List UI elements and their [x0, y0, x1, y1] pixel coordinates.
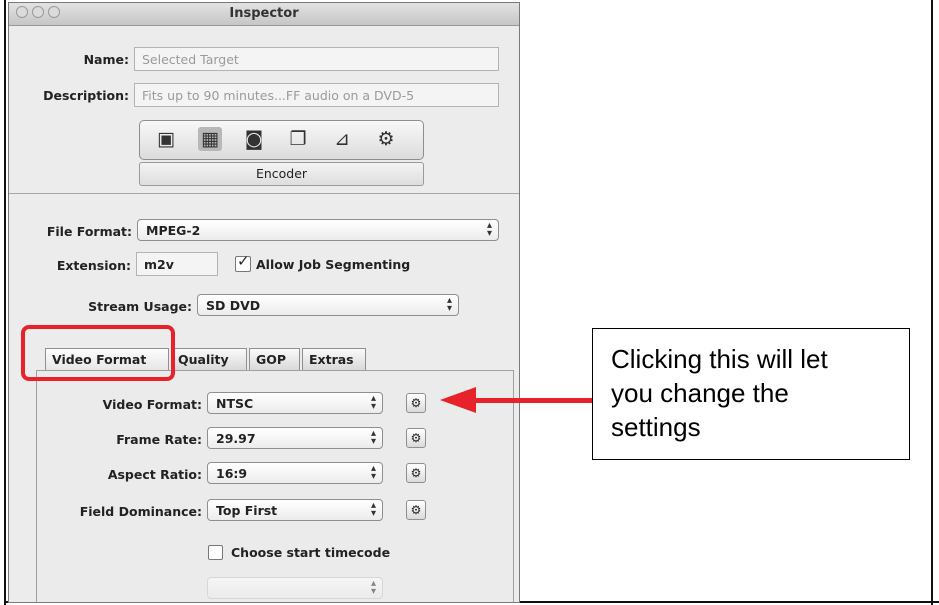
checkmark-icon: ✓: [237, 252, 250, 270]
frame-controls-icon[interactable]: ◙: [242, 127, 266, 151]
callout-line-3: settings: [611, 412, 701, 442]
video-format-popup[interactable]: NTSC ▴ ▾: [207, 392, 383, 414]
description-field[interactable]: Fits up to 90 minutes...FF audio on a DV…: [134, 83, 499, 107]
popup-arrows-icon: ▴ ▾: [370, 463, 376, 482]
aspect-ratio-label: Aspect Ratio:: [107, 467, 202, 482]
video-format-value: NTSC: [216, 396, 254, 411]
file-format-value: MPEG-2: [146, 223, 201, 238]
gear-icon: ⚙: [410, 466, 422, 480]
frame-border-right: [931, 0, 933, 605]
extension-field[interactable]: m2v: [136, 252, 218, 276]
divider: [9, 193, 519, 194]
title-bar[interactable]: Inspector: [9, 3, 519, 26]
stream-usage-popup[interactable]: SD DVD ▴ ▾: [197, 294, 459, 316]
gear-icon: ⚙: [410, 396, 422, 410]
gear-icon: ⚙: [410, 431, 422, 445]
tab-quality[interactable]: Quality: [171, 348, 247, 370]
video-format-label: Video Format:: [102, 397, 202, 412]
allow-segmenting-checkbox[interactable]: ✓: [235, 252, 251, 272]
popup-arrows-icon: ▴ ▾: [370, 393, 376, 412]
start-timecode-checkbox[interactable]: [208, 545, 223, 560]
popup-arrows-icon: ▴ ▾: [446, 295, 452, 314]
popup-arrows-icon: ▴ ▾: [486, 220, 492, 239]
video-format-settings-button[interactable]: ⚙: [406, 393, 426, 413]
file-format-popup[interactable]: MPEG-2 ▴ ▾: [137, 219, 499, 241]
encoder-pane-label: Encoder: [139, 162, 424, 186]
tab-gop[interactable]: GOP: [249, 348, 300, 370]
field-dominance-settings-button[interactable]: ⚙: [406, 500, 426, 520]
name-field[interactable]: Selected Target: [134, 47, 499, 71]
inspector-window: Inspector Name: Selected Target Descript…: [8, 2, 520, 603]
frame-rate-label: Frame Rate:: [116, 432, 202, 447]
encoder-icon[interactable]: ▦: [198, 127, 222, 151]
popup-arrows-icon: ▴ ▾: [370, 428, 376, 447]
stream-usage-label: Stream Usage:: [88, 299, 192, 314]
gear-icon: ⚙: [410, 503, 422, 517]
allow-segmenting-label: Allow Job Segmenting: [256, 257, 411, 272]
callout-line-2: you change the: [611, 378, 789, 408]
callout-line-1: Clicking this will let: [611, 344, 828, 374]
aspect-ratio-value: 16:9: [216, 466, 248, 481]
callout-box: Clicking this will let you change the se…: [592, 328, 910, 460]
geometry-icon[interactable]: ⊿: [330, 127, 354, 151]
name-label: Name:: [83, 52, 129, 67]
actions-icon[interactable]: ⚙: [374, 127, 398, 151]
tab-extras[interactable]: Extras: [302, 348, 366, 370]
annotation-arrow-line: [476, 398, 594, 403]
filters-icon[interactable]: ❐: [286, 127, 310, 151]
arrow-head-icon: [440, 387, 476, 413]
field-dominance-value: Top First: [216, 503, 278, 518]
summary-icon[interactable]: ▣: [154, 127, 178, 151]
field-dominance-popup[interactable]: Top First ▴ ▾: [207, 499, 383, 521]
stream-usage-value: SD DVD: [206, 298, 261, 313]
aspect-ratio-popup[interactable]: 16:9 ▴ ▾: [207, 462, 383, 484]
frame-rate-popup[interactable]: 29.97 ▴ ▾: [207, 427, 383, 449]
description-label: Description:: [43, 88, 129, 103]
timecode-popup[interactable]: ▴ ▾: [207, 577, 383, 599]
inspector-toolbar: ▣ ▦ ◙ ❐ ⊿ ⚙: [139, 120, 424, 160]
file-format-label: File Format:: [46, 224, 132, 239]
popup-arrows-icon: ▴ ▾: [370, 578, 376, 597]
start-timecode-label: Choose start timecode: [231, 545, 391, 560]
frame-rate-settings-button[interactable]: ⚙: [406, 428, 426, 448]
frame-rate-value: 29.97: [216, 431, 256, 446]
extension-label: Extension:: [56, 258, 131, 273]
popup-arrows-icon: ▴ ▾: [370, 500, 376, 519]
frame-border-left: [4, 0, 6, 605]
video-format-tab-highlight: [21, 325, 175, 381]
aspect-ratio-settings-button[interactable]: ⚙: [406, 463, 426, 483]
window-title: Inspector: [229, 6, 299, 21]
field-dominance-label: Field Dominance:: [79, 504, 202, 519]
